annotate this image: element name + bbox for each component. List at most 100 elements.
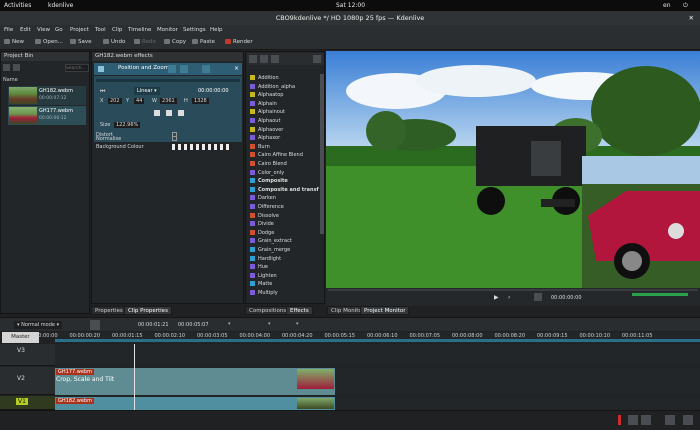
- locale-indicator[interactable]: en: [663, 2, 671, 9]
- effect-list-item[interactable]: Difference: [250, 203, 284, 211]
- timeline-position[interactable]: 00:00:01:21: [138, 322, 169, 328]
- monitor-timecode[interactable]: 00:00:00:00: [551, 295, 582, 301]
- zone-tools-icon[interactable]: ▾: [268, 321, 271, 327]
- effect-list-item[interactable]: Alphainout: [250, 108, 285, 116]
- effect-list-item[interactable]: Divide: [250, 220, 274, 228]
- bin-menu-icon[interactable]: [3, 64, 10, 71]
- paste-button[interactable]: Paste: [192, 39, 215, 45]
- zoom-in-icon[interactable]: [641, 415, 651, 425]
- play-timeline-icon[interactable]: [90, 320, 100, 330]
- effect-list-item[interactable]: Matte: [250, 280, 272, 288]
- render-button[interactable]: Render: [225, 39, 253, 45]
- menu-timeline[interactable]: Timeline: [128, 27, 151, 33]
- effect-list-item[interactable]: Hue: [250, 263, 268, 271]
- app-menu[interactable]: kdenlive: [48, 2, 73, 9]
- save-button[interactable]: Save: [70, 39, 92, 45]
- timeline-zone[interactable]: [55, 339, 700, 342]
- h-field[interactable]: 1328: [192, 98, 209, 104]
- edit-mode-select[interactable]: ▾ Normal mode ▾: [14, 321, 63, 329]
- menu-view[interactable]: View: [37, 27, 50, 33]
- bin-clip-gh177[interactable]: GH177.webm 00:00:06:12: [8, 106, 86, 125]
- redo-button[interactable]: Redo: [134, 39, 156, 45]
- effects-scrollbar[interactable]: [320, 74, 324, 234]
- effect-list-item[interactable]: Alphaover: [250, 126, 283, 134]
- menu-go[interactable]: Go: [55, 27, 63, 33]
- effect-close-icon[interactable]: ×: [234, 65, 239, 72]
- effect-list-item[interactable]: Cairo Blend: [250, 160, 287, 168]
- effects-favorite-icon[interactable]: [271, 55, 279, 63]
- snap-icon[interactable]: ▾: [228, 321, 231, 327]
- effect-list-item[interactable]: Dissolve: [250, 212, 279, 220]
- bin-clip-gh182[interactable]: GH182.webm 00:00:07:12: [8, 86, 86, 105]
- menu-clip[interactable]: Clip: [112, 27, 122, 33]
- align-center-icon[interactable]: [166, 110, 172, 116]
- tab-effects[interactable]: Effects: [286, 306, 313, 315]
- open-button[interactable]: Open...: [35, 39, 63, 45]
- track-header-v1[interactable]: V1: [0, 396, 55, 410]
- effect-list-item[interactable]: Dodge: [250, 229, 274, 237]
- keyframe-ruler[interactable]: [96, 79, 240, 82]
- y-field[interactable]: 44: [134, 98, 145, 104]
- zoom-out-icon[interactable]: [628, 415, 638, 425]
- monitor-ruler[interactable]: [328, 289, 698, 291]
- bin-search-input[interactable]: [65, 64, 89, 72]
- timeline-clip-gh182[interactable]: GH182.webm: [55, 397, 335, 410]
- effect-list-item[interactable]: Composite: [250, 177, 288, 185]
- effect-collapse-icon[interactable]: [168, 65, 176, 73]
- normalise-checkbox[interactable]: [172, 136, 177, 141]
- effect-list-item[interactable]: Darken: [250, 194, 276, 202]
- effect-list-item[interactable]: Alphaatop: [250, 91, 283, 99]
- effect-list-item[interactable]: Addition: [250, 74, 279, 82]
- effect-list-item[interactable]: Alphaxor: [250, 134, 280, 142]
- activities-button[interactable]: Activities: [4, 2, 31, 9]
- effect-list-item[interactable]: Alphain: [250, 100, 277, 108]
- effect-list-item[interactable]: Alphaout: [250, 117, 280, 125]
- effect-list-item[interactable]: Grain_extract: [250, 237, 292, 245]
- timeline-menu-icon[interactable]: ▾: [296, 321, 299, 327]
- power-icon[interactable]: ⏻: [683, 2, 688, 10]
- menu-edit[interactable]: Edit: [20, 27, 31, 33]
- prev-keyframe-icon[interactable]: ⏮: [100, 88, 105, 96]
- effect-list-item[interactable]: Multiply: [250, 289, 278, 297]
- menu-settings[interactable]: Settings: [183, 27, 206, 33]
- next-frame-icon[interactable]: ›: [508, 294, 510, 301]
- split-audio-icon[interactable]: [683, 415, 693, 425]
- effects-filter-icon[interactable]: [260, 55, 268, 63]
- track-v3-lane[interactable]: [55, 344, 700, 366]
- undo-button[interactable]: Undo: [103, 39, 125, 45]
- align-left-icon[interactable]: [154, 110, 160, 116]
- w-field[interactable]: 2361: [160, 98, 177, 104]
- close-icon[interactable]: ✕: [689, 11, 694, 25]
- x-field[interactable]: 202: [108, 98, 122, 104]
- effect-list-item[interactable]: Cairo Affine Blend: [250, 151, 303, 159]
- effects-settings-icon[interactable]: [313, 55, 321, 63]
- size-field[interactable]: 122.96%: [114, 122, 141, 128]
- effect-list-item[interactable]: Composite and transform: [250, 186, 319, 194]
- keyframe-time-field[interactable]: 00:00:00:00: [198, 88, 229, 94]
- new-button[interactable]: New: [4, 39, 24, 45]
- effects-menu-icon[interactable]: [249, 55, 257, 63]
- track-header-v3[interactable]: V3: [0, 344, 55, 366]
- effect-keyframe-icon[interactable]: [180, 65, 188, 73]
- track-header-v2[interactable]: V2: [0, 367, 55, 395]
- effect-list-item[interactable]: Color_only: [250, 169, 284, 177]
- background-colour-swatch[interactable]: [172, 144, 232, 150]
- effect-list-item[interactable]: Hardlight: [250, 255, 281, 263]
- effect-enable-checkbox[interactable]: [98, 66, 104, 72]
- clock[interactable]: Sat 12:00: [336, 2, 365, 9]
- copy-button[interactable]: Copy: [164, 39, 186, 45]
- timeline-clip-gh177[interactable]: GH177.webm Crop, Scale and Tilt: [55, 368, 335, 395]
- tab-project-monitor[interactable]: Project Monitor: [360, 306, 410, 315]
- align-right-icon[interactable]: [178, 110, 184, 116]
- menu-tool[interactable]: Tool: [95, 27, 106, 33]
- effect-menu-icon[interactable]: [202, 65, 210, 73]
- menu-file[interactable]: File: [4, 27, 13, 33]
- zone-icon[interactable]: [534, 293, 542, 301]
- effect-list-item[interactable]: Lighten: [250, 272, 277, 280]
- interpolation-select[interactable]: Linear ▾: [134, 87, 160, 95]
- bin-view-icon[interactable]: [13, 64, 20, 71]
- fit-zoom-icon[interactable]: [665, 415, 675, 425]
- effect-list-item[interactable]: Burn: [250, 143, 270, 151]
- tab-clip-properties[interactable]: Clip Properties: [124, 306, 172, 315]
- menu-project[interactable]: Project: [70, 27, 89, 33]
